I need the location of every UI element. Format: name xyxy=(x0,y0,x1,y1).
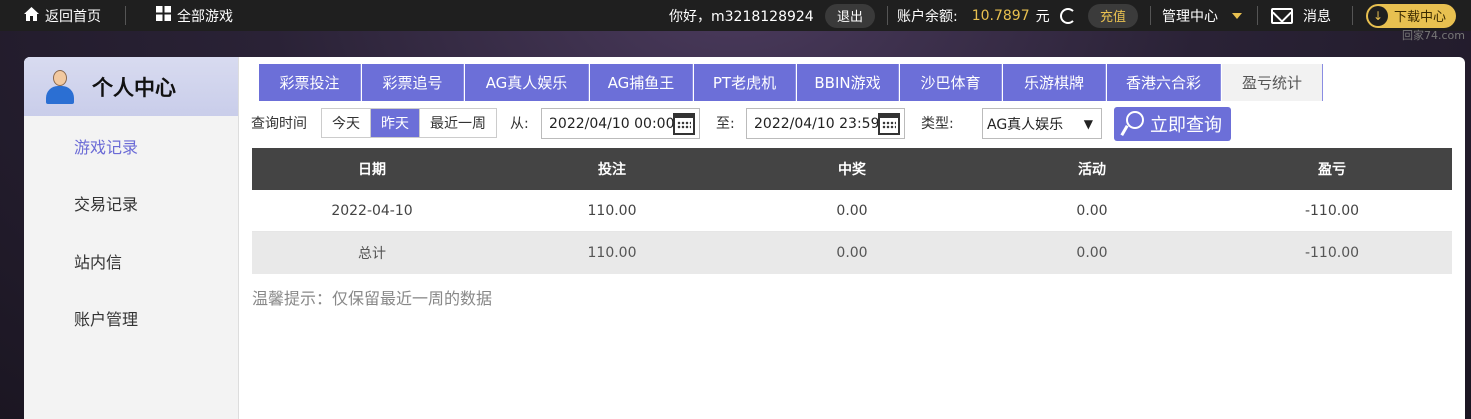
header-profit-loss: 盈亏 xyxy=(1318,162,1346,178)
to-label: 至: xyxy=(716,116,735,132)
cell-bet: 110.00 xyxy=(587,202,637,219)
tab-lottery-chase[interactable]: 彩票追号 xyxy=(362,64,464,101)
download-label: 下载中心 xyxy=(1394,10,1447,25)
table-row: 2022-04-10 110.00 0.00 0.00 -110.00 xyxy=(252,190,1452,232)
watermark: 回家74.com xyxy=(1402,29,1465,42)
recharge-button[interactable]: 充值 xyxy=(1088,3,1139,28)
divider xyxy=(125,6,126,25)
dropdown-arrow-icon: ▼ xyxy=(1083,117,1093,131)
hint-text: 温馨提示：仅保留最近一周的数据 xyxy=(252,289,493,308)
balance-value: 10.7897 xyxy=(971,7,1030,24)
cell-date: 2022-04-10 xyxy=(331,202,413,219)
sidebar-item-inbox[interactable]: 站内信 xyxy=(74,249,122,273)
query-time-label: 查询时间 xyxy=(251,116,307,132)
messages-label: 消息 xyxy=(1303,8,1331,25)
range-selector: 今天 昨天 最近一周 xyxy=(321,108,497,138)
all-games-label: 全部游戏 xyxy=(177,8,233,25)
cell-profit-loss: -110.00 xyxy=(1304,202,1360,219)
cell-win: 0.00 xyxy=(836,202,868,219)
from-date-field[interactable]: 2022/04/10 00:00 xyxy=(541,108,700,139)
from-date-value: 2022/04/10 00:00 xyxy=(549,115,675,132)
to-date-field[interactable]: 2022/04/10 23:59 xyxy=(746,108,905,139)
logout-button[interactable]: 退出 xyxy=(825,3,876,28)
to-date-value: 2022/04/10 23:59 xyxy=(754,115,880,132)
tab-ag-live[interactable]: AG真人娱乐 xyxy=(465,64,589,101)
user-icon xyxy=(44,69,76,104)
sidebar-item-account-management[interactable]: 账户管理 xyxy=(74,306,138,330)
balance-unit: 元 xyxy=(1035,8,1050,25)
query-button-label: 立即查询 xyxy=(1150,115,1222,136)
tab-leyou-chess[interactable]: 乐游棋牌 xyxy=(1003,64,1106,101)
type-label: 类型: xyxy=(921,116,954,132)
tab-ag-fishing[interactable]: AG捕鱼王 xyxy=(590,64,693,101)
calendar-icon[interactable] xyxy=(673,113,695,135)
tab-saba-sports[interactable]: 沙巴体育 xyxy=(900,64,1002,101)
sidebar-header: 个人中心 xyxy=(24,57,238,116)
header-promo: 活动 xyxy=(1078,162,1106,178)
total-promo: 0.00 xyxy=(1076,245,1108,261)
divider xyxy=(887,6,888,25)
results-table: 日期 投注 中奖 活动 盈亏 2022-04-10 110.00 0.00 0.… xyxy=(252,148,1452,274)
tab-pt-slots[interactable]: PT老虎机 xyxy=(694,64,796,101)
tab-profit-loss[interactable]: 盈亏统计 xyxy=(1222,64,1323,101)
refresh-icon[interactable] xyxy=(1059,7,1076,24)
sidebar-item-game-records[interactable]: 游戏记录 xyxy=(74,134,138,158)
all-games-link[interactable]: 全部游戏 xyxy=(156,0,233,31)
sidebar: 个人中心 游戏记录 交易记录 站内信 账户管理 xyxy=(24,57,239,419)
mail-icon xyxy=(1271,7,1293,24)
total-win: 0.00 xyxy=(836,245,868,261)
chevron-down-icon xyxy=(1232,12,1242,19)
sidebar-title: 个人中心 xyxy=(92,75,176,100)
table-total-row: 总计 110.00 0.00 0.00 -110.00 xyxy=(252,232,1452,274)
range-last-week-button[interactable]: 最近一周 xyxy=(420,109,496,137)
calendar-icon[interactable] xyxy=(878,113,900,135)
manage-center-menu[interactable]: 管理中心 xyxy=(1162,0,1242,31)
grid-icon xyxy=(156,6,171,25)
messages-link[interactable]: 消息 xyxy=(1271,0,1331,31)
type-select-value: AG真人娱乐 xyxy=(987,116,1064,133)
top-bar: 返回首页 全部游戏 你好，m3218128924 退出 账户余额: 10.789… xyxy=(0,0,1471,31)
home-link[interactable]: 返回首页 xyxy=(24,0,101,31)
total-label: 总计 xyxy=(358,246,386,262)
sidebar-item-transaction-records[interactable]: 交易记录 xyxy=(74,191,138,215)
tab-bbin-games[interactable]: BBIN游戏 xyxy=(797,64,899,101)
from-label: 从: xyxy=(510,116,529,132)
query-button[interactable]: 立即查询 xyxy=(1114,107,1231,141)
manage-center-label: 管理中心 xyxy=(1162,8,1218,25)
header-bet: 投注 xyxy=(598,162,626,178)
home-icon xyxy=(24,6,39,25)
total-bet: 110.00 xyxy=(587,245,637,261)
tab-hk-mark-six[interactable]: 香港六合彩 xyxy=(1107,64,1221,101)
header-win: 中奖 xyxy=(838,162,866,178)
table-header-row: 日期 投注 中奖 活动 盈亏 xyxy=(252,148,1452,190)
home-label: 返回首页 xyxy=(45,8,101,25)
range-yesterday-button[interactable]: 昨天 xyxy=(371,109,420,137)
tab-lottery-bets[interactable]: 彩票投注 xyxy=(259,64,361,101)
cell-promo: 0.00 xyxy=(1076,202,1108,219)
download-center-button[interactable]: ↓ 下载中心 xyxy=(1366,3,1457,28)
divider xyxy=(1352,6,1353,25)
search-icon xyxy=(1122,111,1144,137)
greeting: 你好，m3218128924 xyxy=(669,8,814,25)
balance-label: 账户余额: xyxy=(897,8,958,25)
download-icon: ↓ xyxy=(1368,5,1388,26)
header-date: 日期 xyxy=(358,162,386,178)
divider xyxy=(1150,6,1151,25)
type-select[interactable]: AG真人娱乐 ▼ xyxy=(982,108,1102,139)
divider xyxy=(1257,6,1258,25)
range-today-button[interactable]: 今天 xyxy=(322,109,371,137)
main-panel: 个人中心 游戏记录 交易记录 站内信 账户管理 彩票投注 彩票追号 AG真人娱乐… xyxy=(24,57,1465,419)
total-profit-loss: -110.00 xyxy=(1304,245,1360,261)
filter-bar: 查询时间 今天 昨天 最近一周 从: 2022/04/10 00:00 至: 2… xyxy=(251,107,1451,141)
